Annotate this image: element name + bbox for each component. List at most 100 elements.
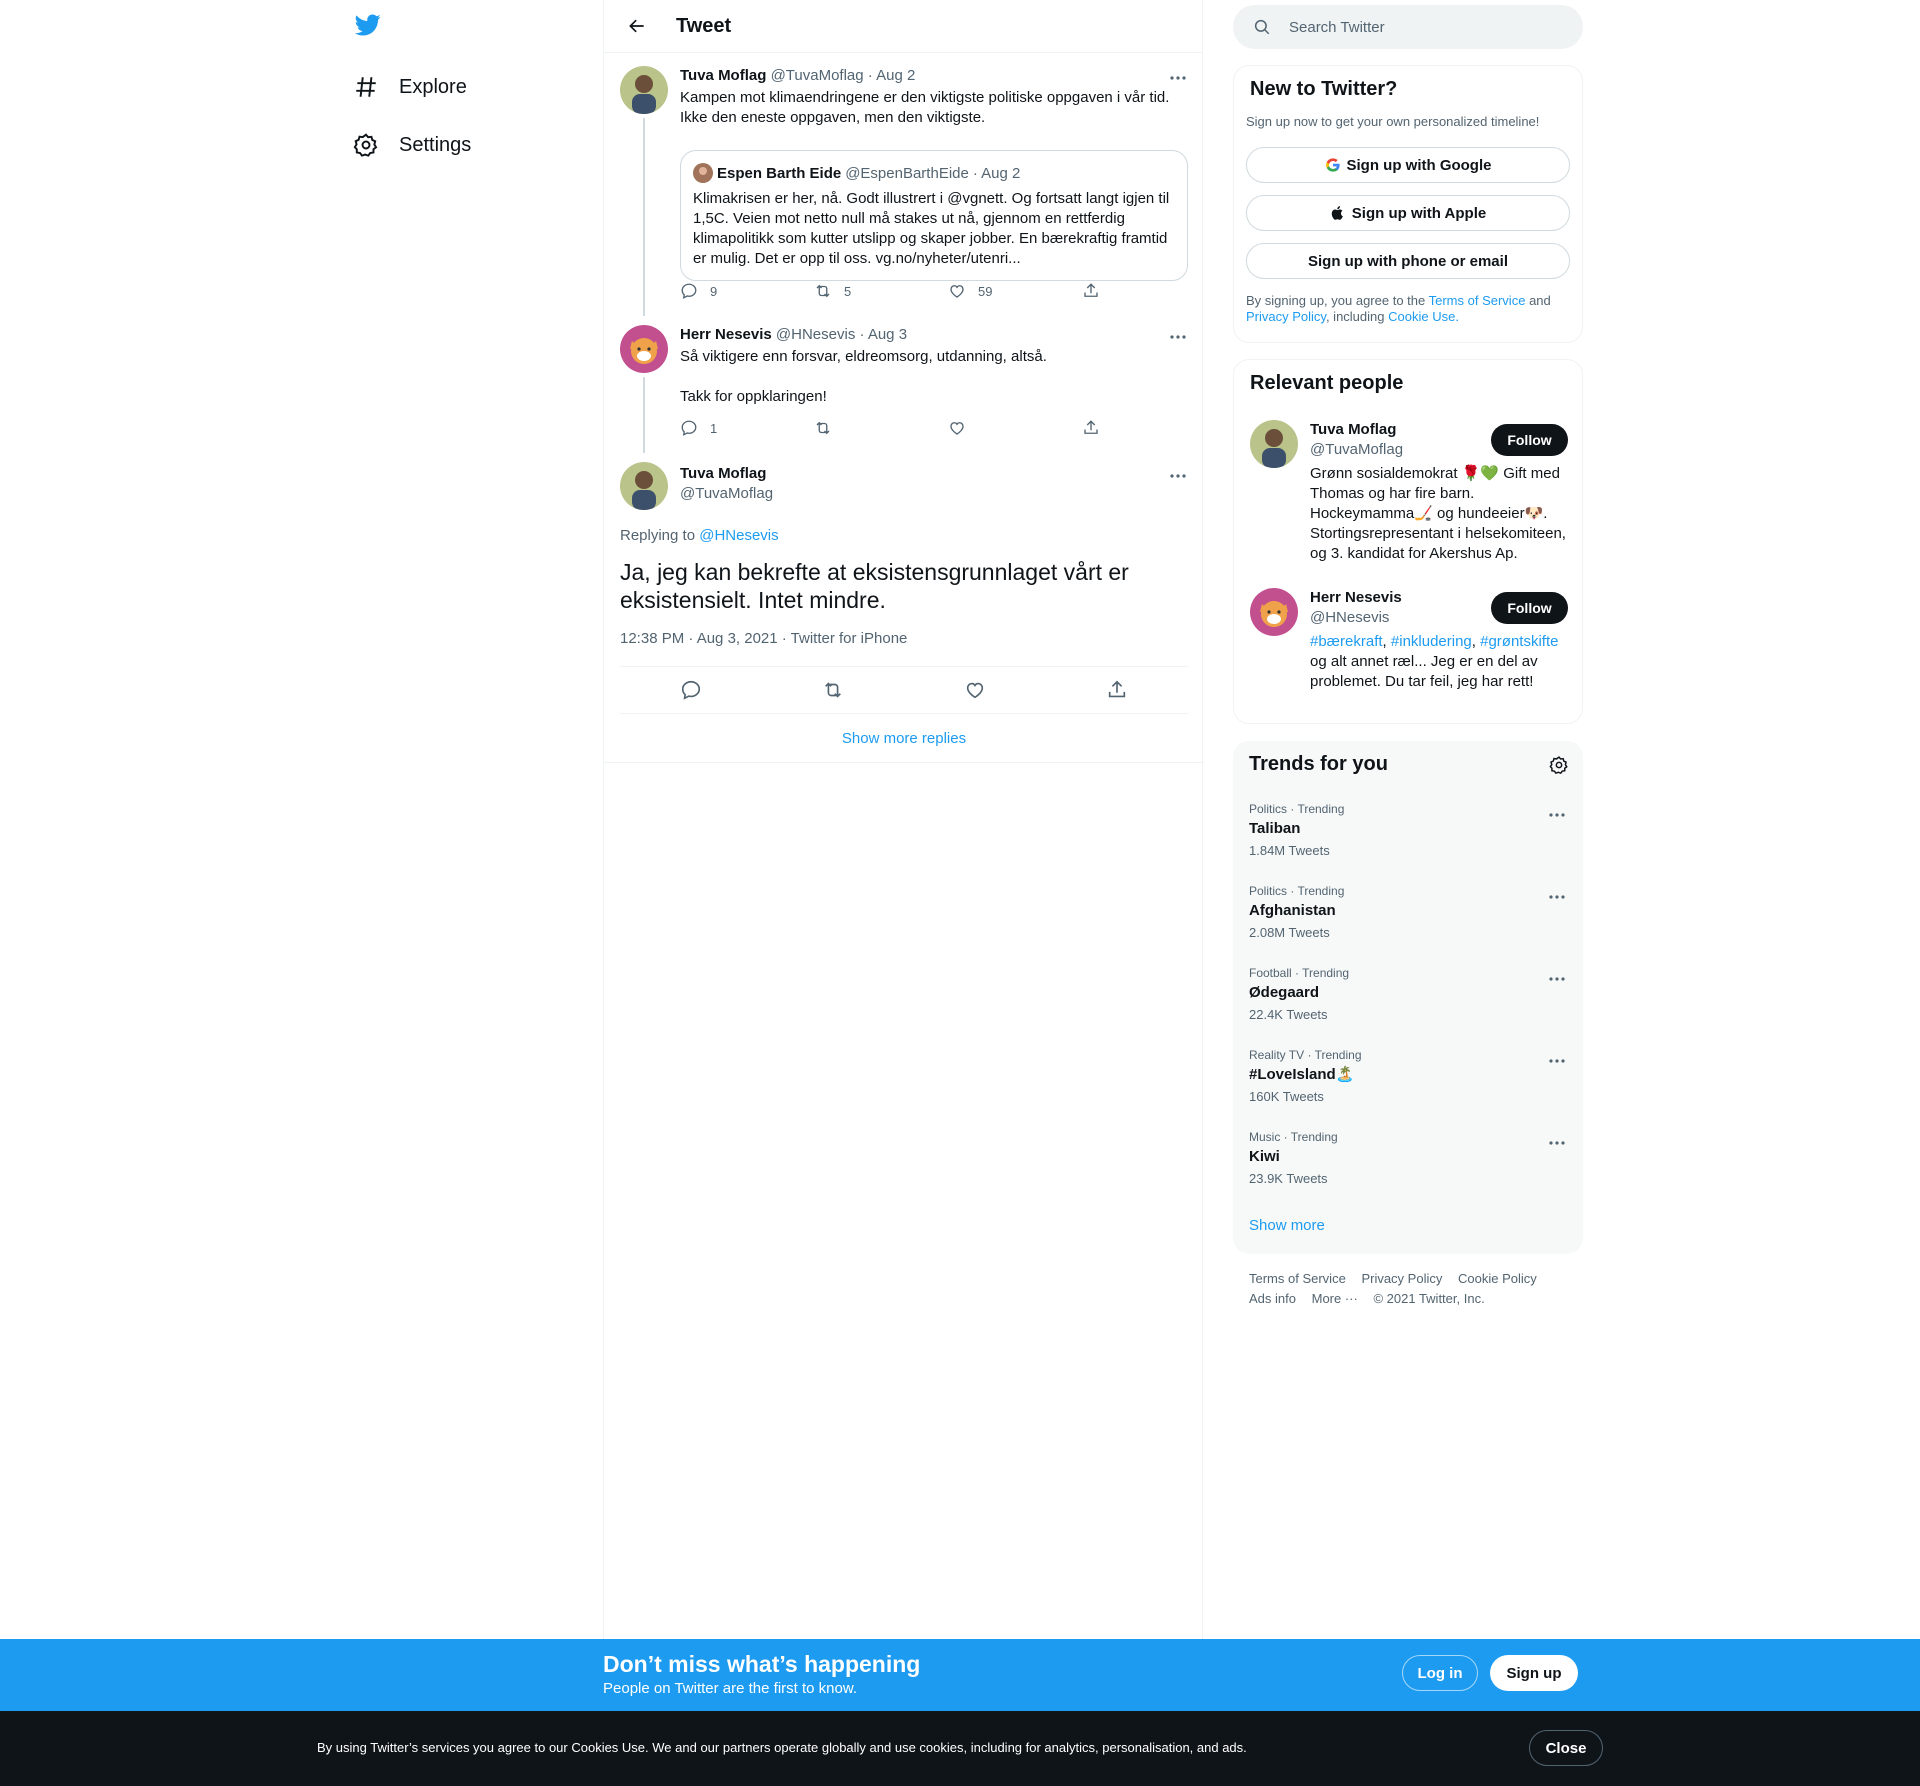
footer-link[interactable]: Ads info [1249, 1291, 1296, 1306]
show-more-trends-link[interactable]: Show more [1249, 1217, 1325, 1234]
trend-count: 1.84M Tweets [1249, 843, 1330, 858]
hashtag-link[interactable]: #bærekraft [1310, 633, 1383, 650]
show-more-replies-button[interactable]: Show more replies [604, 715, 1204, 763]
signup-apple-button[interactable]: Sign up with Apple [1246, 195, 1570, 231]
more-options-icon[interactable] [1547, 887, 1567, 907]
thread-tweet[interactable]: Herr Nesevis @HNesevis · Aug 3 Så viktig… [620, 325, 1188, 453]
trend-count: 2.08M Tweets [1249, 925, 1330, 940]
focus-tweet: Tuva Moflag @TuvaMoflag Replying to @HNe… [620, 462, 1188, 662]
trend-name: Ødegaard [1249, 984, 1320, 1001]
search-input[interactable]: Search Twitter [1233, 5, 1583, 49]
avatar[interactable] [620, 462, 668, 510]
terms-link[interactable]: Terms of Service [1429, 293, 1526, 308]
more-options-icon[interactable] [1547, 969, 1567, 989]
twitter-bird-icon[interactable] [353, 12, 385, 44]
like-button[interactable]: 59 [948, 282, 1082, 300]
more-options-icon[interactable] [1168, 327, 1188, 347]
author-handle[interactable]: @HNesevis [776, 326, 855, 343]
back-arrow-icon[interactable] [622, 11, 652, 41]
trend-category: Reality TV · Trending [1249, 1048, 1362, 1062]
avatar[interactable] [620, 66, 668, 114]
follow-button[interactable]: Follow [1491, 592, 1568, 624]
more-options-icon[interactable] [1168, 68, 1188, 88]
new-to-twitter-panel: New to Twitter? Sign up now to get your … [1233, 65, 1583, 343]
login-button[interactable]: Log in [1402, 1655, 1478, 1691]
cookie-close-button[interactable]: Close [1529, 1730, 1603, 1766]
trend-name: #LoveIsland🏝️ [1249, 1066, 1355, 1083]
more-options-icon[interactable] [1547, 805, 1567, 825]
retweet-button[interactable] [814, 419, 948, 437]
author-name[interactable]: Tuva Moflag [680, 67, 766, 84]
like-button[interactable] [948, 419, 1082, 437]
page-title: Tweet [676, 14, 732, 37]
replying-to: Replying to @HNesevis [620, 527, 779, 544]
share-icon[interactable] [1106, 679, 1128, 701]
tweet-text-line: Ikke den eneste oppgaven, men den viktig… [680, 109, 986, 126]
legal-text: By signing up, you agree to the [1246, 293, 1426, 308]
footer-link[interactable]: Privacy Policy [1361, 1271, 1442, 1286]
more-options-icon[interactable] [1547, 1051, 1567, 1071]
avatar[interactable] [1250, 420, 1298, 468]
footer-link[interactable]: More ··· [1312, 1291, 1358, 1306]
signup-google-label: Sign up with Google [1346, 156, 1492, 174]
reply-icon[interactable] [680, 679, 702, 701]
heart-icon[interactable] [964, 679, 986, 701]
author-handle[interactable]: @TuvaMoflag [680, 484, 1188, 504]
person-bio: #bærekraft, #inkludering, #grøntskifte o… [1310, 633, 1559, 690]
quote-author-name: Espen Barth Eide [717, 164, 842, 182]
tweet-timestamp[interactable]: 12:38 PM · Aug 3, 2021 · Twitter for iPh… [620, 630, 907, 647]
trend-item[interactable]: Football · Trending Ødegaard 22.4K Tweet… [1249, 965, 1567, 1023]
tweet-date[interactable]: · Aug 3 [860, 326, 908, 343]
footer-link[interactable]: Terms of Service [1249, 1271, 1346, 1286]
nav-settings[interactable]: Settings [343, 120, 471, 170]
signup-google-button[interactable]: Sign up with Google [1246, 147, 1570, 183]
thread-tweet[interactable]: Tuva Moflag @TuvaMoflag · Aug 2 Kampen m… [620, 66, 1188, 316]
follow-button[interactable]: Follow [1491, 424, 1568, 456]
hashtag-link[interactable]: #inkludering [1391, 633, 1472, 650]
signup-phone-label: Sign up with phone or email [1307, 252, 1508, 270]
gear-icon[interactable] [1549, 755, 1569, 775]
author-name[interactable]: Tuva Moflag [680, 464, 1188, 484]
cookie-banner: By using Twitter’s services you agree to… [0, 1711, 1920, 1786]
retweet-count: 5 [844, 283, 852, 299]
retweet-button[interactable]: 5 [814, 282, 948, 300]
cookie-link[interactable]: Cookie Use. [1388, 309, 1459, 324]
trend-item[interactable]: Politics · Trending Taliban 1.84M Tweets [1249, 801, 1567, 859]
signup-phone-button[interactable]: Sign up with phone or email [1246, 243, 1570, 279]
cookie-text: By using Twitter’s services you agree to… [317, 1740, 1247, 1755]
trend-item[interactable]: Reality TV · Trending #LoveIsland🏝️ 160K… [1249, 1047, 1567, 1105]
privacy-link[interactable]: Privacy Policy [1246, 309, 1326, 324]
more-options-icon[interactable] [1168, 466, 1188, 486]
nav-settings-label: Settings [399, 133, 472, 156]
google-icon [1325, 157, 1347, 173]
quoted-tweet[interactable]: Espen Barth Eide @EspenBarthEide · Aug 2… [680, 150, 1188, 281]
signup-button[interactable]: Sign up [1490, 1655, 1578, 1691]
author-name[interactable]: Herr Nesevis [680, 326, 772, 343]
replying-to-link[interactable]: @HNesevis [699, 527, 778, 544]
avatar[interactable] [1250, 588, 1298, 636]
tweet-date[interactable]: · Aug 2 [868, 67, 916, 84]
share-button[interactable] [1082, 419, 1216, 437]
reply-button[interactable]: 9 [680, 282, 814, 300]
trend-item[interactable]: Music · Trending Kiwi 23.9K Tweets [1249, 1129, 1567, 1187]
trend-category: Music · Trending [1249, 1130, 1338, 1144]
nav-explore[interactable]: Explore [343, 62, 467, 112]
footer-link[interactable]: Cookie Policy [1458, 1271, 1537, 1286]
author-handle[interactable]: @TuvaMoflag [771, 67, 864, 84]
like-count: 59 [978, 283, 993, 299]
avatar [693, 163, 713, 183]
quote-author-handle: @EspenBarthEide [845, 164, 969, 182]
avatar[interactable] [620, 325, 668, 373]
more-options-icon[interactable] [1547, 1133, 1567, 1153]
retweet-icon[interactable] [822, 679, 844, 701]
tweet-text: Så viktigere enn forsvar, eldreomsorg, u… [680, 347, 1188, 407]
hashtag-link[interactable]: #grøntskifte [1480, 633, 1558, 650]
tweet-text-line [680, 367, 1188, 387]
focus-actions [620, 666, 1188, 714]
reply-button[interactable]: 1 [680, 419, 814, 437]
trend-count: 160K Tweets [1249, 1089, 1324, 1104]
new-to-twitter-title: New to Twitter? [1250, 78, 1398, 100]
share-button[interactable] [1082, 282, 1216, 300]
focus-tweet-text: Ja, jeg kan bekrefte at eksistensgrunnla… [620, 559, 1129, 613]
trend-item[interactable]: Politics · Trending Afghanistan 2.08M Tw… [1249, 883, 1567, 941]
